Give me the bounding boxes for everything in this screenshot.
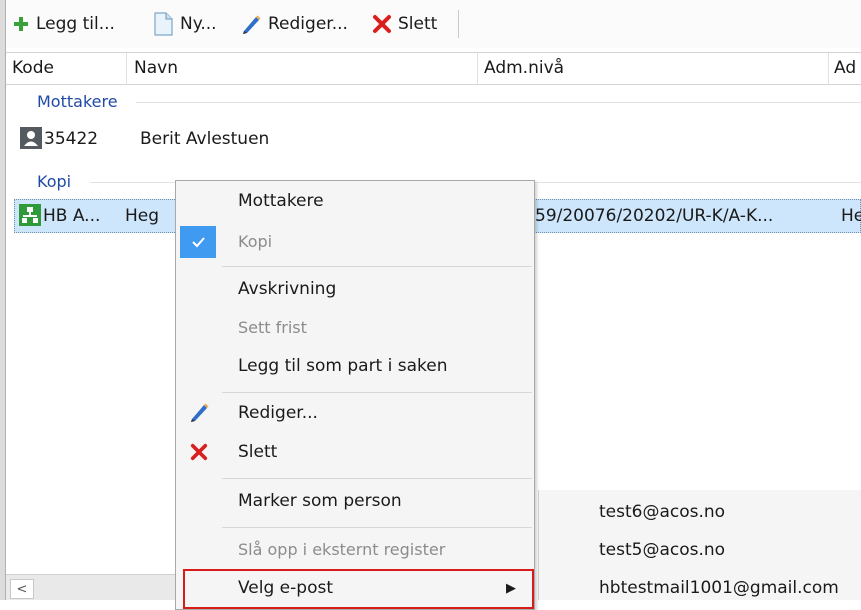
horizontal-scrollbar[interactable]: <: [6, 574, 176, 600]
menu-item-delete[interactable]: Slett: [238, 442, 277, 462]
scroll-left-button[interactable]: <: [10, 579, 34, 599]
menu-separator: [222, 266, 532, 267]
cell-code: 35422: [44, 129, 99, 149]
submenu-item-email[interactable]: test6@acos.no: [599, 502, 725, 522]
delete-x-icon: [373, 15, 391, 33]
checkmark-icon: [192, 237, 205, 248]
column-header: Kode Navn Adm.nivå Ad: [6, 52, 861, 85]
menu-item-write-off[interactable]: Avskrivning: [238, 279, 336, 299]
menu-item-lookup-external[interactable]: Slå opp i eksternt register: [238, 540, 445, 559]
add-button[interactable]: Legg til...: [12, 10, 115, 38]
cell-extra: He: [841, 206, 861, 226]
cell-code: HB A...: [43, 206, 101, 226]
menu-item-mark-as-person[interactable]: Marker som person: [238, 491, 402, 511]
pencil-icon: [243, 15, 261, 34]
edit-button[interactable]: Rediger...: [240, 10, 348, 38]
menu-separator: [222, 478, 532, 479]
cell-name: Heg: [125, 206, 160, 226]
person-icon: [20, 127, 42, 149]
new-button[interactable]: Ny...: [152, 10, 217, 38]
group-header-copy: Kopi: [37, 172, 72, 191]
column-divider[interactable]: [477, 53, 478, 84]
column-code[interactable]: Kode: [12, 58, 54, 78]
menu-item-copy[interactable]: Kopi: [238, 232, 272, 251]
organization-icon: [19, 204, 41, 226]
menu-item-set-deadline[interactable]: Sett frist: [238, 318, 307, 337]
new-document-icon: [154, 12, 173, 36]
group-header-recipients: Mottakere: [37, 92, 118, 111]
toolbar-separator: [458, 10, 459, 38]
column-divider[interactable]: [126, 53, 127, 84]
submenu-arrow-icon: ▶: [506, 581, 516, 596]
toolbar: Legg til... Ny... Rediger... Slett: [6, 0, 861, 48]
column-divider[interactable]: [828, 53, 829, 84]
pencil-icon: [191, 403, 209, 422]
menu-separator: [222, 392, 532, 393]
menu-item-add-as-party[interactable]: Legg til som part i saken: [238, 356, 448, 376]
menu-item-choose-email[interactable]: Velg e-post: [238, 578, 333, 598]
menu-separator: [222, 527, 532, 528]
edit-button-label: Rediger...: [268, 14, 348, 34]
menu-item-edit[interactable]: Rediger...: [238, 403, 318, 423]
window-left-border: [0, 0, 6, 600]
context-menu: Mottakere Kopi Avskrivning Sett frist Le…: [175, 180, 535, 610]
list-item[interactable]: 35422 Berit Avlestuen: [20, 125, 861, 157]
new-button-label: Ny...: [180, 14, 217, 34]
column-name[interactable]: Navn: [134, 58, 178, 78]
delete-button[interactable]: Slett: [372, 10, 437, 38]
delete-x-icon: [190, 443, 208, 461]
delete-button-label: Slett: [398, 14, 438, 34]
plus-icon: [14, 17, 28, 31]
submenu-item-email[interactable]: test5@acos.no: [599, 540, 725, 560]
column-adm-level[interactable]: Adm.nivå: [484, 58, 564, 78]
add-button-label: Legg til...: [36, 14, 115, 34]
group-divider: [136, 102, 861, 103]
menu-item-choose-email-highlight[interactable]: [183, 569, 534, 609]
column-partial[interactable]: Ad: [834, 58, 856, 78]
menu-item-recipients[interactable]: Mottakere: [238, 191, 324, 211]
submenu-item-email[interactable]: hbtestmail1001@gmail.com: [599, 578, 839, 598]
cell-name: Berit Avlestuen: [140, 129, 270, 149]
email-submenu: test6@acos.no test5@acos.no hbtestmail10…: [538, 490, 861, 600]
cell-adm-level: 59/20076/20202/UR-K/A-K...: [535, 206, 774, 226]
checked-indicator: [180, 226, 216, 258]
